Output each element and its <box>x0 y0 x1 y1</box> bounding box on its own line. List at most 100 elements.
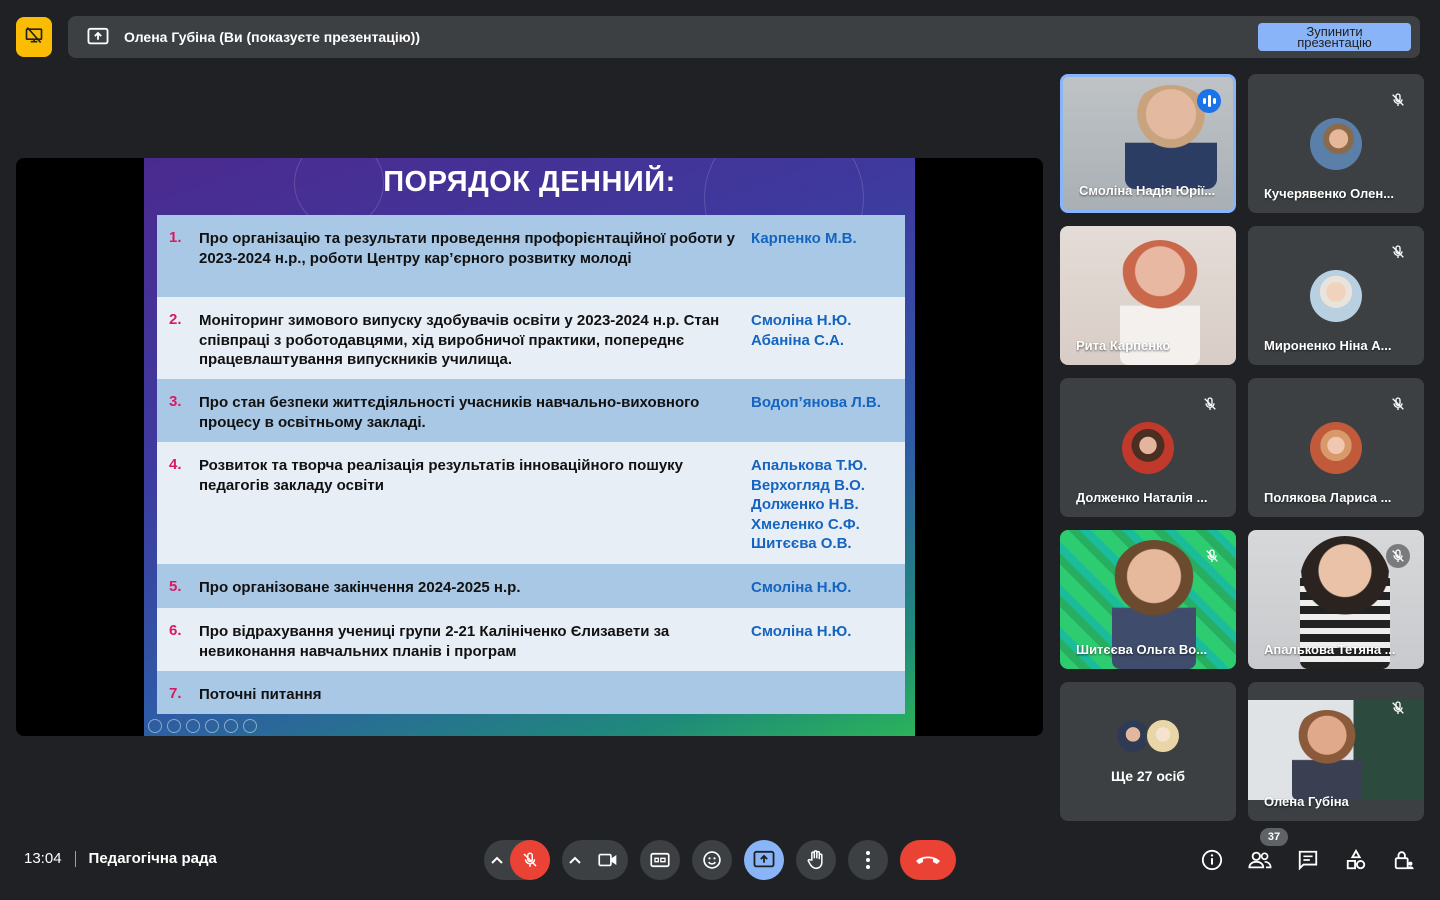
participant-avatar <box>1310 270 1362 322</box>
meeting-info: 13:04 Педагогічна рада <box>24 850 217 867</box>
participant-name: Полякова Лариса ... <box>1264 490 1392 505</box>
agenda-number: 1. <box>169 229 182 246</box>
agenda-number: 3. <box>169 393 182 410</box>
mic-off-icon <box>1386 392 1410 416</box>
captions-button[interactable] <box>640 840 680 880</box>
presentation-slide: ПОРЯДОК ДЕННИЙ: 1. Про організацію та ре… <box>144 158 915 736</box>
divider <box>74 850 76 867</box>
agenda-row: 7. Поточні питання <box>157 671 905 714</box>
participant-avatar <box>1310 422 1362 474</box>
agenda-row: 1. Про організацію та результати проведе… <box>157 215 905 297</box>
slides-grid-icon[interactable] <box>205 719 219 733</box>
participant-tile[interactable]: Смоліна Надія Юрії... <box>1060 74 1236 213</box>
host-controls-button[interactable] <box>1392 848 1416 872</box>
agenda-text: Про організацію та результати проведення… <box>199 230 735 267</box>
mic-off-icon <box>1386 240 1410 264</box>
chat-button[interactable] <box>1296 848 1320 872</box>
responsible-name: Смоліна Н.Ю. <box>751 579 852 596</box>
responsible-name: Верхогляд В.О. <box>751 476 865 494</box>
prev-slide-icon[interactable] <box>148 719 162 733</box>
avatar <box>1145 718 1181 754</box>
mic-off-icon <box>1386 544 1410 568</box>
participant-name: Смоліна Надія Юрії... <box>1079 183 1216 198</box>
participant-tile[interactable]: Олена Губіна <box>1248 682 1424 821</box>
agenda-text: Про відрахування учениці групи 2-21 Калі… <box>199 623 670 660</box>
mic-toggle-button[interactable] <box>510 840 550 880</box>
agenda-responsible: Карпенко М.В. <box>751 215 905 297</box>
agenda-responsible: Водоп’янова Л.В. <box>751 379 905 442</box>
next-slide-icon[interactable] <box>167 719 181 733</box>
agenda-number: 4. <box>169 456 182 473</box>
participant-name: Апалькова Тетяна ... <box>1264 642 1396 657</box>
participant-name: Кучерявенко Олен... <box>1264 186 1395 201</box>
agenda-number: 5. <box>169 578 182 595</box>
camera-options-chevron-icon[interactable] <box>562 856 588 864</box>
raise-hand-button[interactable] <box>796 840 836 880</box>
leave-call-button[interactable] <box>900 840 956 880</box>
agenda-responsible: Апалькова Т.Ю. Верхогляд В.О. Долженко Н… <box>751 442 905 564</box>
participant-tile[interactable]: Рита Карпенко <box>1060 226 1236 365</box>
participant-avatar <box>1310 118 1362 170</box>
presentation-status-badge[interactable] <box>16 17 52 57</box>
pen-icon[interactable] <box>186 719 200 733</box>
slide-toolbar <box>148 719 257 733</box>
participant-tile[interactable]: Долженко Наталія ... <box>1060 378 1236 517</box>
participant-tile[interactable]: Апалькова Тетяна ... <box>1248 530 1424 669</box>
hand-icon <box>807 850 823 870</box>
slide-title: ПОРЯДОК ДЕННИЙ: <box>383 166 676 198</box>
reactions-button[interactable] <box>692 840 732 880</box>
agenda-table: 1. Про організацію та результати проведе… <box>157 215 905 714</box>
participant-tile[interactable]: Кучерявенко Олен... <box>1248 74 1424 213</box>
meeting-title: Педагогічна рада <box>88 850 217 867</box>
emoji-icon <box>703 851 721 869</box>
responsible-name: Шитєєва О.В. <box>751 535 852 552</box>
agenda-responsible: Смоліна Н.Ю. Абаніна С.А. <box>751 297 905 379</box>
participant-name: Шитєєва Ольга Во... <box>1076 642 1208 657</box>
stop-presenting-button[interactable]: Зупинити презентацію <box>1258 23 1411 51</box>
participant-name: Олена Губіна <box>1264 794 1349 809</box>
participant-tile[interactable]: Шитєєва Ольга Во... <box>1060 530 1236 669</box>
mic-off-icon <box>1198 392 1222 416</box>
responsible-name: Хмеленко С.Ф. <box>751 515 860 533</box>
present-icon <box>753 850 775 868</box>
agenda-row: 2. Моніторинг зимового випуску здобувачі… <box>157 297 905 379</box>
responsible-name: Апалькова Т.Ю. <box>751 457 868 474</box>
mic-options-chevron-icon[interactable] <box>484 856 510 864</box>
zoom-icon[interactable] <box>224 719 238 733</box>
camera-icon <box>598 853 617 867</box>
participant-name: Рита Карпенко <box>1076 338 1171 353</box>
agenda-text: Про стан безпеки життєдіяльності учасник… <box>199 394 700 431</box>
mic-off-icon <box>1200 544 1224 568</box>
mic-off-icon <box>1386 696 1410 720</box>
present-screen-icon <box>86 25 110 49</box>
more-participants-tile[interactable]: Ще 27 осіб <box>1060 682 1236 821</box>
info-icon <box>1201 849 1223 871</box>
speaking-indicator-icon <box>1197 89 1221 113</box>
presentation-stage: ПОРЯДОК ДЕННИЙ: 1. Про організацію та ре… <box>16 158 1043 736</box>
activities-icon <box>1346 849 1366 870</box>
agenda-text: Моніторинг зимового випуску здобувачів о… <box>199 312 720 368</box>
activities-button[interactable] <box>1344 848 1368 872</box>
meeting-details-button[interactable] <box>1200 848 1224 872</box>
agenda-text: Розвиток та творча реалізація результаті… <box>199 457 684 494</box>
agenda-text: Про організоване закінчення 2024-2025 н.… <box>199 579 521 596</box>
responsible-name: Долженко Н.В. <box>751 496 859 513</box>
participant-tile[interactable]: Мироненко Ніна А... <box>1248 226 1424 365</box>
avatar-stack <box>1115 718 1181 754</box>
responsible-name: Карпенко М.В. <box>751 230 857 247</box>
presenter-label: Олена Губіна (Ви (показуєте презентацію)… <box>124 29 420 45</box>
more-vert-icon <box>866 851 870 869</box>
more-options-icon[interactable] <box>243 719 257 733</box>
participant-tile[interactable]: Полякова Лариса ... <box>1248 378 1424 517</box>
more-options-button[interactable] <box>848 840 888 880</box>
mic-control-group <box>484 840 550 880</box>
participant-avatar <box>1122 422 1174 474</box>
camera-toggle-button[interactable] <box>588 840 628 880</box>
present-screen-button[interactable] <box>744 840 784 880</box>
lock-person-icon <box>1394 851 1414 870</box>
chat-icon <box>1298 850 1318 871</box>
agenda-row: 6. Про відрахування учениці групи 2-21 К… <box>157 608 905 671</box>
people-button[interactable] <box>1248 848 1272 872</box>
end-call-icon <box>916 856 940 864</box>
agenda-text: Поточні питання <box>199 686 322 703</box>
